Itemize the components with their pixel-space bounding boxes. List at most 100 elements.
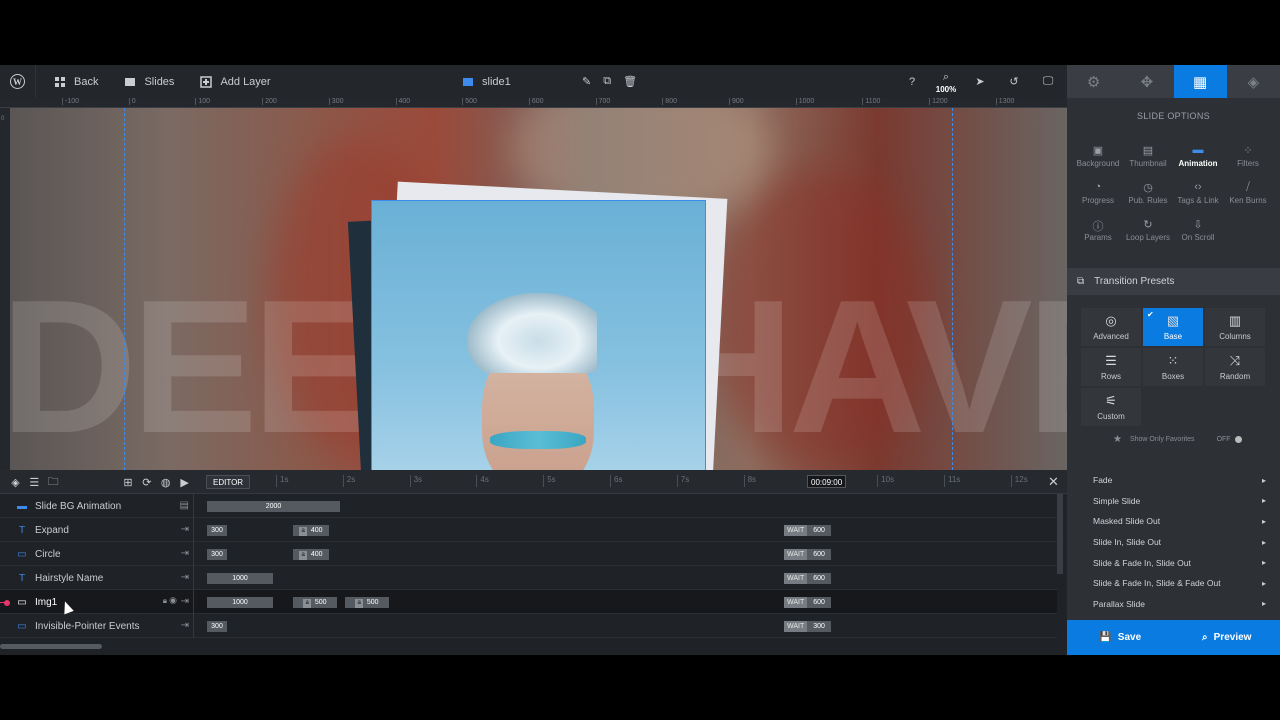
animation-bar[interactable]: a 400 bbox=[293, 549, 329, 560]
option-ken-burns[interactable]: ⧸ Ken Burns bbox=[1223, 181, 1273, 218]
preset-list-item[interactable]: Fade ▸ bbox=[1081, 470, 1266, 491]
back-button[interactable]: Back bbox=[54, 65, 98, 98]
preset-advanced[interactable]: ◎ Advanced bbox=[1081, 308, 1141, 346]
undo-button[interactable]: ↺ bbox=[997, 75, 1031, 88]
option-params[interactable]: ⓘ Params bbox=[1073, 218, 1123, 255]
tab-layer-options[interactable]: ◈ bbox=[1227, 65, 1280, 98]
animation-bar[interactable]: 1000 bbox=[207, 597, 273, 608]
preset-rows[interactable]: ☰ Rows bbox=[1081, 348, 1141, 386]
lock-icon[interactable]: 🔒︎ bbox=[163, 596, 167, 606]
save-icon: 💾 bbox=[1099, 632, 1112, 643]
timeline-row[interactable]: ▬ Slide BG Animation ▤ 2000 bbox=[0, 494, 1057, 518]
timeline-row[interactable]: ▭ Circle ⇥ 300 a 400 WAIT 600 bbox=[0, 542, 1057, 566]
slide-selector[interactable]: slide1 bbox=[462, 65, 511, 98]
ruler-tick: 700 bbox=[595, 98, 610, 105]
collapse-arrow-icon[interactable]: ⇥ bbox=[181, 524, 189, 535]
pencil-icon[interactable]: ✎ bbox=[582, 75, 591, 88]
preset-list-item[interactable]: Slide In, Slide Out ▸ bbox=[1081, 532, 1266, 553]
animation-bar[interactable]: 300 bbox=[207, 549, 227, 560]
animation-bar[interactable]: a 400 bbox=[293, 525, 329, 536]
collapse-arrow-icon[interactable]: ⇥ bbox=[181, 548, 189, 559]
preset-list-item[interactable]: Parallax Slide ▸ bbox=[1081, 594, 1266, 615]
slide-canvas[interactable]: DEEP SHAVE bbox=[10, 108, 1067, 470]
select-tool-button[interactable]: ➤ bbox=[963, 75, 997, 88]
list-icon[interactable]: ☰ bbox=[25, 476, 44, 489]
save-button[interactable]: 💾 Save bbox=[1067, 620, 1174, 655]
slides-button[interactable]: Slides bbox=[124, 65, 174, 98]
preset-columns[interactable]: ▥ Columns bbox=[1205, 308, 1265, 346]
eye-icon[interactable]: ◉ bbox=[169, 595, 177, 606]
wait-bar[interactable]: WAIT 300 bbox=[784, 621, 831, 632]
preset-list-item[interactable]: Slide & Fade In, Slide Out ▸ bbox=[1081, 552, 1266, 573]
tab-module-settings[interactable]: ⚙ bbox=[1067, 65, 1120, 98]
layer-name-cell[interactable]: ▭ Img1 🔒︎ ◉ ⇥ bbox=[0, 590, 194, 614]
speed-icon[interactable]: ◍ bbox=[156, 476, 175, 489]
wait-bar[interactable]: WAIT 600 bbox=[784, 573, 831, 584]
grid-snap-icon[interactable]: ⊞ bbox=[119, 476, 138, 489]
current-time[interactable]: 00:09:00 bbox=[807, 475, 847, 488]
device-desktop-button[interactable]: 🖵 bbox=[1031, 75, 1065, 88]
animation-bar[interactable]: a 500 bbox=[345, 597, 389, 608]
preset-list-item[interactable]: Simple Slide ▸ bbox=[1081, 491, 1266, 512]
preset-custom[interactable]: ⚟ Custom bbox=[1081, 388, 1141, 426]
timeline-row[interactable]: ▭ Img1 🔒︎ ◉ ⇥ 1000 a 500 a 500 WAIT 600 bbox=[0, 590, 1057, 614]
preset-boxes[interactable]: ⁙ Boxes bbox=[1143, 348, 1203, 386]
option-tags-link[interactable]: ‹› Tags & Link bbox=[1173, 181, 1223, 218]
layer-name-cell[interactable]: ▭ Invisible-Pointer Events ⇥ bbox=[0, 614, 194, 638]
zoom-button[interactable]: ⌕ 100% bbox=[929, 71, 963, 94]
option-progress[interactable]: ◔ Progress bbox=[1073, 181, 1123, 218]
option-loop-layers[interactable]: ↻ Loop Layers bbox=[1123, 218, 1173, 255]
option-on-scroll[interactable]: ⇩ On Scroll bbox=[1173, 218, 1223, 255]
layer-name-cell[interactable]: ▬ Slide BG Animation ▤ bbox=[0, 494, 194, 518]
preset-list-item[interactable]: Slide & Fade In, Slide & Fade Out ▸ bbox=[1081, 573, 1266, 594]
layer-name-cell[interactable]: T Hairstyle Name ⇥ bbox=[0, 566, 194, 590]
time-tick: 7s bbox=[676, 475, 689, 487]
collapse-arrow-icon[interactable]: ⇥ bbox=[181, 572, 189, 583]
animation-bar[interactable]: a 500 bbox=[293, 597, 337, 608]
loop-icon[interactable]: ⟳ bbox=[137, 476, 156, 489]
option-thumbnail[interactable]: ▤ Thumbnail bbox=[1123, 144, 1173, 181]
close-icon[interactable]: ✕ bbox=[1048, 474, 1059, 490]
help-button[interactable]: ? bbox=[895, 76, 929, 88]
slide-bg-icon[interactable]: ▤ bbox=[180, 500, 189, 511]
preset-list-item[interactable]: Masked Slide Out ▸ bbox=[1081, 511, 1266, 532]
animation-bar[interactable]: 300 bbox=[207, 525, 227, 536]
tab-slide-options[interactable]: ▦ bbox=[1173, 65, 1227, 98]
animation-bar[interactable]: 2000 bbox=[207, 501, 340, 512]
wait-bar[interactable]: WAIT 600 bbox=[784, 597, 831, 608]
favorites-filter[interactable]: ★ Show Only Favorites OFF bbox=[1113, 434, 1242, 445]
timeline-row[interactable]: T Hairstyle Name ⇥ 1000 WAIT 600 bbox=[0, 566, 1057, 590]
option-background[interactable]: ▣ Background bbox=[1073, 144, 1123, 181]
layer-name-cell[interactable]: T Expand ⇥ bbox=[0, 518, 194, 542]
animation-bar[interactable]: 300 bbox=[207, 621, 227, 632]
img1-layer[interactable] bbox=[371, 200, 706, 470]
transition-presets-header[interactable]: ⧉ Transition Presets bbox=[1067, 268, 1280, 295]
folder-icon[interactable]: 🗀 bbox=[44, 473, 63, 492]
timeline-row[interactable]: T Expand ⇥ 300 a 400 WAIT 600 bbox=[0, 518, 1057, 542]
wait-bar[interactable]: WAIT 600 bbox=[784, 525, 831, 536]
timeline-row[interactable]: ▭ Invisible-Pointer Events ⇥ 300 WAIT 300 bbox=[0, 614, 1057, 638]
option-filters[interactable]: ⁘ Filters bbox=[1223, 144, 1273, 181]
duplicate-icon[interactable]: ⧉ bbox=[603, 75, 611, 88]
layer-name-cell[interactable]: ▭ Circle ⇥ bbox=[0, 542, 194, 566]
duration-label: 500 bbox=[314, 599, 327, 606]
trash-icon[interactable]: 🗑 bbox=[623, 75, 637, 88]
animation-bar[interactable]: 1000 bbox=[207, 573, 273, 584]
timeline-vertical-scrollbar[interactable] bbox=[1057, 494, 1063, 574]
collapse-arrow-icon[interactable]: ⇥ bbox=[181, 596, 189, 607]
preset-random[interactable]: ⤨ Random bbox=[1205, 348, 1265, 386]
play-icon[interactable]: ▶ bbox=[175, 476, 194, 489]
wait-bar[interactable]: WAIT 600 bbox=[784, 549, 831, 560]
preset-base[interactable]: ✔ ▧ Base bbox=[1143, 308, 1203, 346]
collapse-arrow-icon[interactable]: ⇥ bbox=[181, 620, 189, 631]
preview-button[interactable]: ⌕ Preview bbox=[1174, 620, 1280, 655]
wordpress-logo[interactable]: W bbox=[0, 65, 36, 98]
option-animation[interactable]: ▬ Animation bbox=[1173, 144, 1223, 181]
favorites-toggle[interactable]: OFF bbox=[1217, 436, 1242, 443]
option-pub-rules[interactable]: ◷ Pub. Rules bbox=[1123, 181, 1173, 218]
tab-navigation[interactable]: ✥ bbox=[1120, 65, 1173, 98]
layers-icon[interactable]: ◈ bbox=[6, 476, 25, 489]
add-layer-button[interactable]: Add Layer bbox=[200, 65, 271, 98]
timeline-horizontal-scrollbar[interactable] bbox=[0, 644, 102, 649]
editor-button[interactable]: EDITOR bbox=[206, 475, 251, 489]
